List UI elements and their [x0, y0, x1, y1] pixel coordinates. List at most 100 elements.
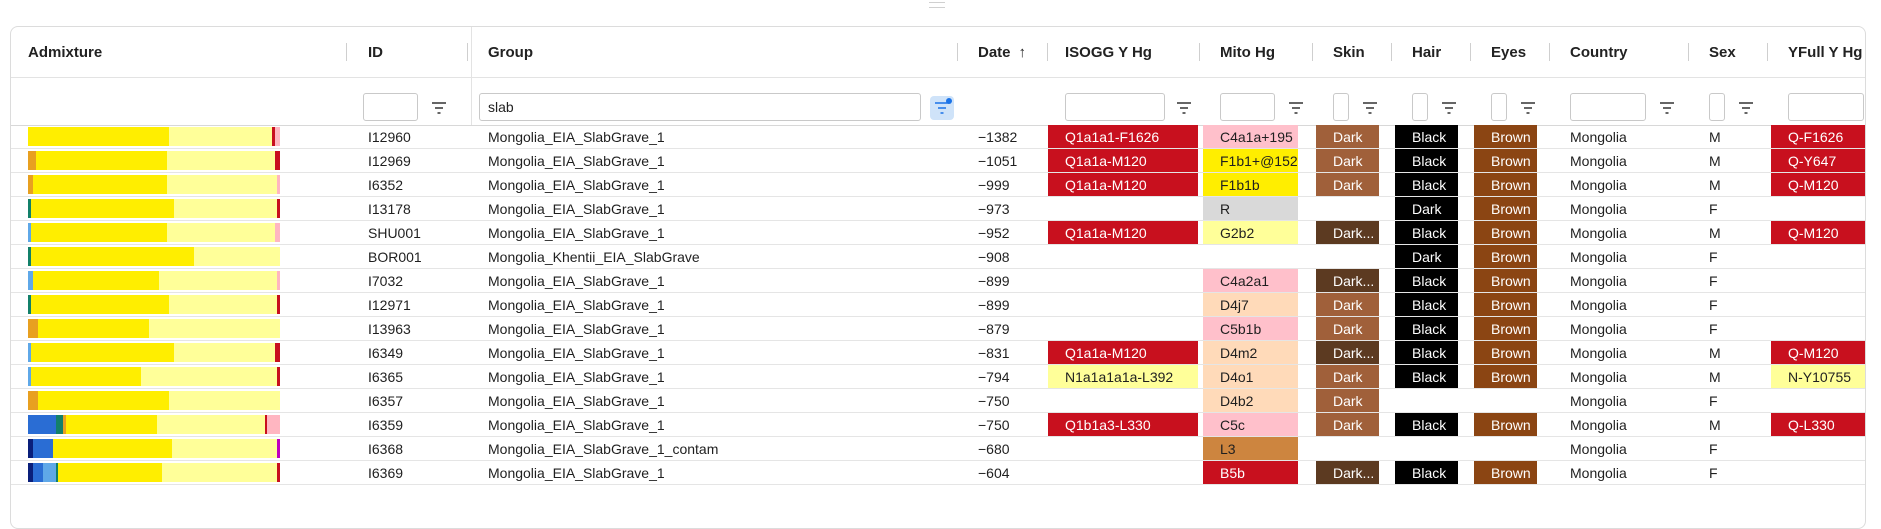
col-header-id[interactable]: ID — [351, 27, 471, 77]
eyes-cell — [1474, 389, 1554, 412]
col-header-admixture[interactable]: Admixture — [11, 27, 346, 77]
country-cell: Mongolia — [1570, 464, 1627, 481]
table-body: I12960 Mongolia_EIA_SlabGrave_1 −1382 Q1a1a… — [11, 125, 1865, 485]
col-header-sex[interactable]: Sex — [1692, 27, 1771, 77]
mito-cell: C5b1b — [1203, 317, 1298, 340]
filter-icon[interactable] — [1438, 98, 1460, 118]
skin-cell: Dark — [1316, 293, 1379, 316]
admixture-cell — [11, 461, 346, 484]
yfull-cell — [1771, 269, 1865, 292]
admixture-cell — [11, 317, 346, 340]
admixture-segment — [28, 151, 36, 170]
table-row[interactable]: I12960 Mongolia_EIA_SlabGrave_1 −1382 Q1a1a… — [11, 125, 1865, 149]
table-row[interactable]: I7032 Mongolia_EIA_SlabGrave_1 −899 C4a2a1 D… — [11, 269, 1865, 293]
admixture-segment — [274, 151, 280, 170]
isogg-cell — [1048, 245, 1215, 268]
yfull-filter-input[interactable] — [1788, 93, 1864, 121]
country-cell: Mongolia — [1570, 392, 1627, 409]
col-header-country[interactable]: Country — [1553, 27, 1692, 77]
column-resizer[interactable] — [1312, 43, 1313, 61]
table-row[interactable]: I6352 Mongolia_EIA_SlabGrave_1 −999 Q1a1a-M… — [11, 173, 1865, 197]
country-cell: Mongolia — [1570, 128, 1627, 145]
isogg-filter-input[interactable] — [1065, 93, 1165, 121]
admixture-segment — [58, 463, 162, 482]
mito-filter-input[interactable] — [1220, 93, 1275, 121]
column-resizer[interactable] — [346, 43, 347, 61]
filter-icon[interactable] — [1735, 98, 1757, 118]
hair-cell: Black — [1395, 461, 1458, 484]
filter-icon[interactable] — [1517, 98, 1539, 118]
table-row[interactable]: I12969 Mongolia_EIA_SlabGrave_1 −1051 Q1a1a… — [11, 149, 1865, 173]
table-row[interactable]: I6369 Mongolia_EIA_SlabGrave_1 −604 B5b Dark… — [11, 461, 1865, 485]
eyes-cell: Brown — [1474, 365, 1537, 388]
filter-icon[interactable] — [428, 98, 450, 118]
table-row[interactable]: I6365 Mongolia_EIA_SlabGrave_1 −794 N1a1a1a… — [11, 365, 1865, 389]
column-resizer[interactable] — [957, 43, 958, 61]
mito-cell: C4a1a+195 — [1203, 125, 1298, 148]
admixture-segment — [174, 343, 275, 362]
drag-handle[interactable] — [929, 2, 945, 8]
country-cell: Mongolia — [1570, 296, 1627, 313]
skin-cell: Dark — [1316, 149, 1379, 172]
admixture-segment — [274, 223, 280, 242]
admixture-segment — [33, 175, 167, 194]
column-resizer[interactable] — [1391, 43, 1392, 61]
admixture-segment — [30, 343, 175, 362]
mito-cell — [1203, 245, 1315, 268]
table-row[interactable]: SHU001 Mongolia_EIA_SlabGrave_1 −952 Q1a1a-… — [11, 221, 1865, 245]
column-resizer[interactable] — [1549, 43, 1550, 61]
id-cell: I6368 — [368, 440, 404, 457]
table-row[interactable]: I12971 Mongolia_EIA_SlabGrave_1 −899 D4j7 Da… — [11, 293, 1865, 317]
id-cell: I6369 — [368, 464, 404, 481]
arrow-up-icon[interactable]: ↑ — [1019, 44, 1027, 61]
group-filter-input[interactable] — [479, 93, 921, 121]
skin-filter-input[interactable] — [1333, 93, 1349, 121]
admixture-bar — [28, 223, 280, 242]
filter-icon[interactable] — [1285, 98, 1307, 118]
isogg-cell — [1048, 293, 1215, 316]
yfull-cell — [1771, 197, 1865, 220]
table-row[interactable]: I6368 Mongolia_EIA_SlabGrave_1_contam −680… — [11, 437, 1865, 461]
table-row[interactable]: I13178 Mongolia_EIA_SlabGrave_1 −973 R Dark B… — [11, 197, 1865, 221]
mito-cell: D4j7 — [1203, 293, 1298, 316]
id-cell: I13963 — [368, 320, 411, 337]
col-header-date[interactable]: Date ↑ — [961, 27, 1047, 77]
column-resizer[interactable] — [1470, 43, 1471, 61]
filter-icon[interactable] — [1359, 98, 1381, 118]
col-header-isogg[interactable]: ISOGG Y Hg — [1048, 27, 1203, 77]
filter-active-icon[interactable] — [930, 96, 954, 120]
hair-cell: Black — [1395, 317, 1458, 340]
admixture-segment — [38, 319, 149, 338]
column-resizer[interactable] — [1767, 43, 1768, 61]
column-resizer[interactable] — [1688, 43, 1689, 61]
id-cell: I6352 — [368, 176, 404, 193]
table-row[interactable]: I6359 Mongolia_EIA_SlabGrave_1 −750 Q1b1a3-… — [11, 413, 1865, 437]
id-filter-input[interactable] — [363, 93, 418, 121]
col-header-yfull[interactable]: YFull Y Hg — [1771, 27, 1865, 77]
mito-cell: C5c — [1203, 413, 1298, 436]
hair-filter-input[interactable] — [1412, 93, 1428, 121]
table-row[interactable]: I6357 Mongolia_EIA_SlabGrave_1 −750 D4b2 Dar… — [11, 389, 1865, 413]
column-resizer[interactable] — [1199, 43, 1200, 61]
col-header-eyes[interactable]: Eyes — [1474, 27, 1553, 77]
col-header-skin[interactable]: Skin — [1316, 27, 1395, 77]
filter-icon[interactable] — [1173, 98, 1195, 118]
filter-icon[interactable] — [1656, 98, 1678, 118]
admixture-segment — [277, 439, 280, 458]
eyes-filter-input[interactable] — [1491, 93, 1507, 121]
col-header-hair[interactable]: Hair — [1395, 27, 1474, 77]
group-cell: Mongolia_EIA_SlabGrave_1 — [488, 368, 665, 385]
table-row[interactable]: I13963 Mongolia_EIA_SlabGrave_1 −879 C5b1b D… — [11, 317, 1865, 341]
mito-cell: D4m2 — [1203, 341, 1298, 364]
table-row[interactable]: I6349 Mongolia_EIA_SlabGrave_1 −831 Q1a1a-M… — [11, 341, 1865, 365]
table-row[interactable]: BOR001 Mongolia_Khentii_EIA_SlabGrave −908… — [11, 245, 1865, 269]
col-header-mito[interactable]: Mito Hg — [1203, 27, 1316, 77]
col-header-group[interactable]: Group — [471, 27, 961, 77]
sex-filter-input[interactable] — [1709, 93, 1725, 121]
country-filter-input[interactable] — [1570, 93, 1646, 121]
id-cell: I6357 — [368, 392, 404, 409]
hair-cell — [1395, 389, 1475, 412]
column-resizer[interactable] — [467, 43, 468, 61]
filter-active-dot — [946, 98, 952, 104]
eyes-cell: Brown — [1474, 221, 1537, 244]
